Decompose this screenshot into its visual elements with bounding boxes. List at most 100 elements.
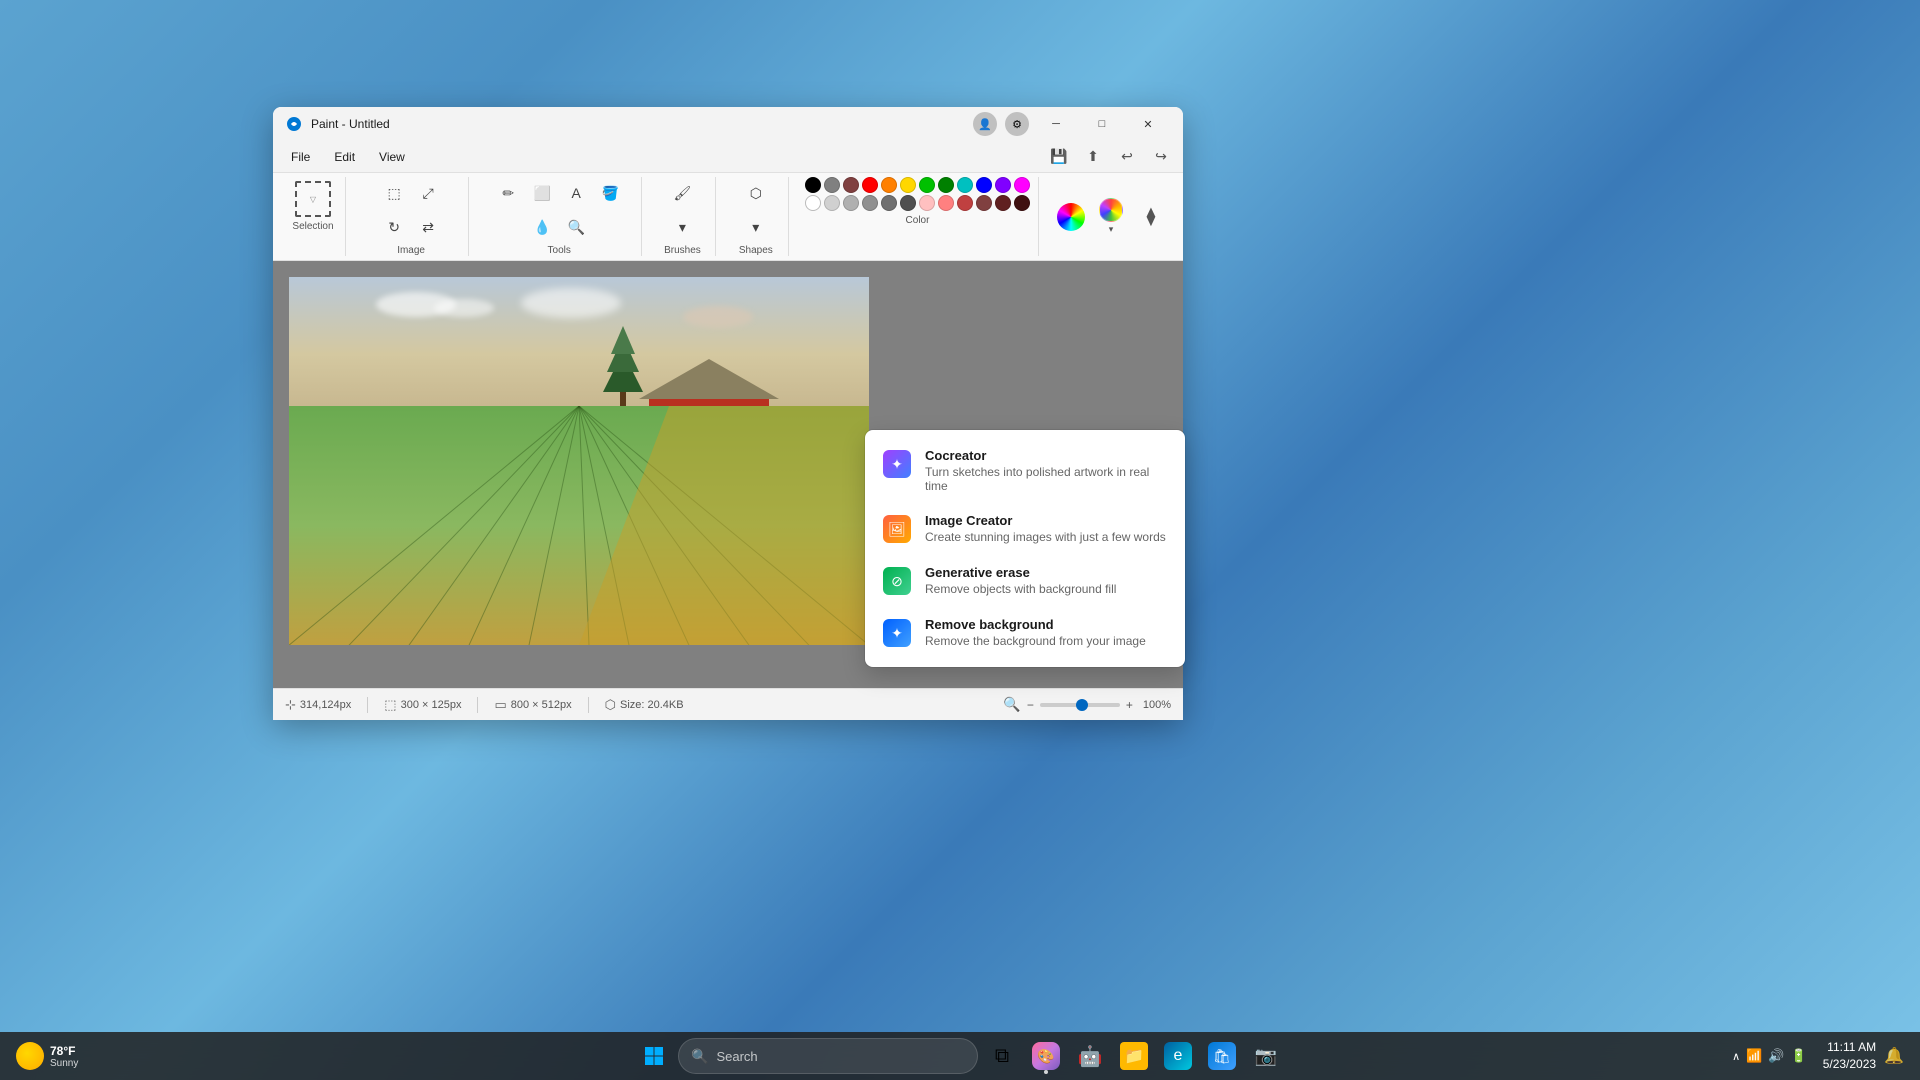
- menu-view[interactable]: View: [369, 146, 415, 168]
- flip-tool[interactable]: ⇄: [412, 211, 444, 243]
- zoom-out-btn[interactable]: −: [1027, 698, 1034, 712]
- share-button[interactable]: ⬆: [1079, 145, 1107, 169]
- brushes-label: Brushes: [664, 245, 701, 256]
- battery-icon[interactable]: 🔋: [1791, 1048, 1807, 1064]
- color-cyan[interactable]: [957, 177, 973, 193]
- crop-field: [289, 406, 869, 645]
- color-brick[interactable]: [957, 195, 973, 211]
- text-tool[interactable]: A: [560, 177, 592, 209]
- undo-button[interactable]: ↩: [1113, 145, 1141, 169]
- eraser-tool[interactable]: ⬜: [526, 177, 558, 209]
- layers-btn[interactable]: ⧫: [1133, 199, 1169, 235]
- taskbar-datetime[interactable]: 11:11 AM 5/23/2023: [1823, 1039, 1876, 1073]
- ai-tools-dropdown-btn[interactable]: ▾: [1093, 199, 1129, 235]
- settings-icon[interactable]: ⚙: [1005, 112, 1029, 136]
- brush-tools: 🖌 ▾: [658, 177, 706, 243]
- color-lightgray2[interactable]: [843, 195, 859, 211]
- magnify-tool[interactable]: 🔍: [560, 211, 592, 243]
- color-palette-btn[interactable]: [1053, 199, 1089, 235]
- redo-button[interactable]: ↪: [1147, 145, 1175, 169]
- title-bar-right: 👤 ⚙: [973, 112, 1029, 136]
- color-magenta[interactable]: [1014, 177, 1030, 193]
- color-wine[interactable]: [995, 195, 1011, 211]
- color-yellow[interactable]: [900, 177, 916, 193]
- color-maroon[interactable]: [976, 195, 992, 211]
- color-orange[interactable]: [881, 177, 897, 193]
- minimize-button[interactable]: ─: [1033, 107, 1079, 141]
- taskbar-edge[interactable]: e: [1158, 1036, 1198, 1076]
- weather-temp: 78°F: [50, 1044, 78, 1058]
- color-lightgray1[interactable]: [824, 195, 840, 211]
- color-picker-tool[interactable]: 💧: [526, 211, 558, 243]
- coordinates-value: 314,124px: [300, 699, 351, 711]
- zoom-in-btn[interactable]: +: [1126, 698, 1133, 712]
- color-darkgray[interactable]: [881, 195, 897, 211]
- rotate-tool[interactable]: ↻: [378, 211, 410, 243]
- zoom-slider[interactable]: [1040, 703, 1120, 707]
- remove-bg-title: Remove background: [925, 617, 1169, 632]
- brush-dropdown[interactable]: ▾: [666, 211, 698, 243]
- windows-icon: [640, 1042, 668, 1070]
- color-pink[interactable]: [919, 195, 935, 211]
- network-icon[interactable]: 📶: [1746, 1048, 1762, 1064]
- cloud-2: [434, 299, 494, 317]
- shapes-dropdown[interactable]: ▾: [740, 211, 772, 243]
- status-divider-1: [367, 697, 368, 713]
- taskbar-copilot[interactable]: 🤖: [1070, 1036, 1110, 1076]
- color-medgray[interactable]: [862, 195, 878, 211]
- menu-file[interactable]: File: [281, 146, 320, 168]
- volume-icon[interactable]: 🔊: [1768, 1048, 1784, 1064]
- color-purple[interactable]: [995, 177, 1011, 193]
- color-verydark[interactable]: [900, 195, 916, 211]
- taskbar-photos[interactable]: 📷: [1246, 1036, 1286, 1076]
- paint-canvas[interactable]: [289, 277, 869, 645]
- notification-btn[interactable]: 🔔: [1884, 1046, 1904, 1066]
- taskbar-center: 🔍 Search ⧉ 🎨 🤖 📁 e 🛍 📷: [634, 1036, 1286, 1076]
- color-salmon[interactable]: [938, 195, 954, 211]
- taskbar-fileexplorer[interactable]: 📁: [1114, 1036, 1154, 1076]
- crop-tool[interactable]: ⬚: [378, 177, 410, 209]
- color-darkwine[interactable]: [1014, 195, 1030, 211]
- start-button[interactable]: [634, 1036, 674, 1076]
- color-black[interactable]: [805, 177, 821, 193]
- menu-edit[interactable]: Edit: [324, 146, 365, 168]
- resize-tool[interactable]: ⤢: [412, 177, 444, 209]
- taskbar-paint[interactable]: 🎨: [1026, 1036, 1066, 1076]
- generative-erase-menu-item[interactable]: ⊘ Generative erase Remove objects with b…: [865, 555, 1185, 607]
- rainbow-palette-icon: [1057, 203, 1085, 231]
- color-white-outline[interactable]: [805, 195, 821, 211]
- file-size-value: Size: 20.4KB: [620, 699, 684, 711]
- selection-label: Selection: [292, 221, 333, 232]
- taskbar-taskview[interactable]: ⧉: [982, 1036, 1022, 1076]
- save-button[interactable]: 💾: [1045, 145, 1073, 169]
- image-creator-title: Image Creator: [925, 513, 1169, 528]
- coordinates-display: ⊹ 314,124px: [285, 697, 351, 713]
- taskbar-store[interactable]: 🛍: [1202, 1036, 1242, 1076]
- brush-btn[interactable]: 🖌: [666, 177, 698, 209]
- zoom-slider-thumb: [1076, 699, 1088, 711]
- image-creator-menu-item[interactable]: 🖼 Image Creator Create stunning images w…: [865, 503, 1185, 555]
- fill-tool[interactable]: 🪣: [594, 177, 626, 209]
- color-red[interactable]: [862, 177, 878, 193]
- pencil-tool[interactable]: ✏: [492, 177, 524, 209]
- zoom-icon-search[interactable]: 🔍: [1003, 696, 1020, 713]
- edge-icon: e: [1164, 1042, 1192, 1070]
- remove-bg-menu-item[interactable]: ✦ Remove background Remove the backgroun…: [865, 607, 1185, 659]
- color-row-2: [805, 195, 1030, 211]
- maximize-button[interactable]: □: [1079, 107, 1125, 141]
- file-size-display: ⬡ Size: 20.4KB: [605, 697, 684, 713]
- chevron-up-icon[interactable]: ∧: [1732, 1050, 1740, 1063]
- shapes-btn[interactable]: ⬡: [740, 177, 772, 209]
- selection-tool-button[interactable]: ▽: [289, 179, 337, 219]
- color-lime[interactable]: [919, 177, 935, 193]
- color-darkred[interactable]: [843, 177, 859, 193]
- color-blue[interactable]: [976, 177, 992, 193]
- zoom-value: 100%: [1143, 699, 1171, 711]
- taskbar-search[interactable]: 🔍 Search: [678, 1038, 978, 1074]
- cocreator-menu-item[interactable]: ✦ Cocreator Turn sketches into polished …: [865, 438, 1185, 503]
- close-button[interactable]: ✕: [1125, 107, 1171, 141]
- ribbon-section-colors: Color: [797, 177, 1039, 256]
- color-gray[interactable]: [824, 177, 840, 193]
- weather-widget[interactable]: 78°F Sunny: [16, 1042, 78, 1070]
- color-green[interactable]: [938, 177, 954, 193]
